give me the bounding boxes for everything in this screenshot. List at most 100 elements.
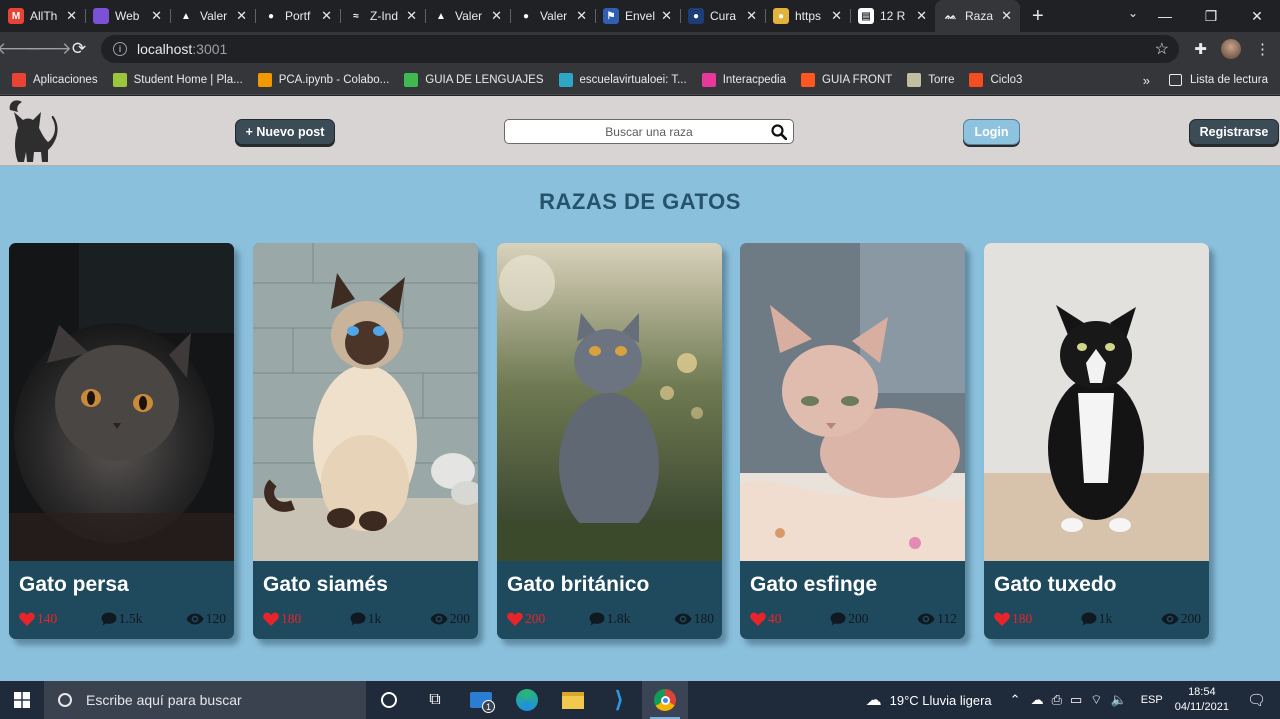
battery-icon[interactable]: ▭ [1070,692,1082,708]
reading-list-button[interactable]: Lista de lectura [1169,74,1268,86]
bookmark-item[interactable]: Interacpedia [701,73,786,87]
weather-text[interactable]: 19°C Lluvia ligera [890,693,992,708]
tab-close-icon[interactable]: ✕ [746,8,757,24]
web-page: + Nuevo post Buscar una raza Login Regis… [0,96,1280,681]
tab-close-icon[interactable]: ✕ [406,8,417,24]
cat-card-persa[interactable]: Gato persa 140 1.5k 120 [9,243,234,639]
bookmarks-overflow-button[interactable]: » [1143,73,1150,88]
tab-close-icon[interactable]: ✕ [916,8,927,24]
file-explorer-icon[interactable] [550,681,596,719]
edge-browser-icon[interactable] [504,681,550,719]
comments-count: 200 [848,611,869,626]
tray-chevron-icon[interactable]: ⌃ [1010,692,1021,708]
notifications-icon[interactable]: 🗨 [1247,691,1266,709]
clock[interactable]: 18:54 04/11/2021 [1175,685,1229,715]
windows-start-button[interactable] [0,681,44,719]
tab-close-icon[interactable]: ✕ [321,8,332,24]
mail-badge: 1 [482,700,495,713]
tab-close-icon[interactable]: ✕ [661,8,672,24]
address-bar[interactable]: i localhost:3001 ☆ [101,35,1179,63]
browser-tab[interactable]: ▲ Valer ✕ [170,0,255,32]
likes-stat[interactable]: 180 [994,611,1032,627]
cortana-icon[interactable] [366,681,412,719]
browser-tab[interactable]: ● https ✕ [765,0,850,32]
bookmark-item[interactable]: escuelavirtualoei: T... [558,73,687,87]
forward-button[interactable]: 🡒 [26,34,72,64]
language-indicator[interactable]: ESP [1141,694,1163,706]
browser-tab[interactable]: M AllTh ✕ [0,0,85,32]
bookmark-label: Ciclo3 [990,74,1023,86]
bookmark-item[interactable]: Student Home | Pla... [112,73,243,87]
comments-stat[interactable]: 1k [1081,611,1112,627]
tab-close-icon[interactable]: ✕ [151,8,162,24]
browser-tab[interactable]: ● Cura ✕ [680,0,765,32]
browser-tab[interactable]: ⚑ Envel ✕ [595,0,680,32]
browser-tab[interactable]: Web ✕ [85,0,170,32]
bookmark-item[interactable]: Aplicaciones [12,73,98,87]
profile-avatar[interactable] [1221,39,1241,59]
bookmark-star-icon[interactable]: ☆ [1155,39,1169,59]
comments-stat[interactable]: 1.5k [101,611,142,627]
comments-stat[interactable]: 200 [830,611,869,627]
bookmark-item[interactable]: PCA.ipynb - Colabo... [257,73,389,87]
bookmarks-bar: Aplicaciones Student Home | Pla... PCA.ipy… [0,66,1280,95]
likes-stat[interactable]: 140 [19,611,57,627]
tab-close-icon[interactable]: ✕ [66,8,77,24]
bookmark-item[interactable]: Torre [907,73,954,87]
browser-tab[interactable]: ● Portf ✕ [255,0,340,32]
tab-close-icon[interactable]: ✕ [831,8,842,24]
cat-card-esfinge[interactable]: Gato esfinge 40 200 112 [740,243,965,639]
cat-photo-persa [9,243,234,561]
browser-tab[interactable]: ▲ Valer ✕ [425,0,510,32]
tab-title: Valer [540,9,568,23]
heart-icon [750,612,766,626]
search-icon[interactable] [771,124,787,140]
comments-stat[interactable]: 1.8k [589,611,630,627]
browser-tab[interactable]: ▤ 12 R ✕ [850,0,935,32]
bookmark-item[interactable]: GUIA FRONT [801,73,892,87]
taskbar-search-input[interactable]: Escribe aquí para buscar [44,681,366,719]
register-button[interactable]: Registrarse [1189,119,1279,145]
browser-tab[interactable]: ᨐ Raza ✕ [935,0,1020,32]
bookmark-item[interactable]: Ciclo3 [969,73,1022,87]
search-input[interactable]: Buscar una raza [504,119,794,144]
comments-stat[interactable]: 1k [350,611,381,627]
tab-title: Envel [625,9,656,23]
tab-close-icon[interactable]: ✕ [236,8,247,24]
menu-kebab-icon[interactable]: ⋮ [1255,40,1270,58]
onedrive-icon[interactable]: ☁ [1031,692,1044,708]
likes-stat[interactable]: 40 [750,611,782,627]
new-tab-button[interactable]: + [1032,0,1044,32]
browser-tab[interactable]: ≈ Z-Ind ✕ [340,0,425,32]
tab-close-icon[interactable]: ✕ [576,8,587,24]
chrome-icon[interactable] [642,681,688,719]
maximize-button[interactable]: ❐ [1188,0,1234,32]
cat-card-tuxedo[interactable]: Gato tuxedo 180 1k 200 [984,243,1209,639]
tab-close-icon[interactable]: ✕ [491,8,502,24]
likes-stat[interactable]: 200 [507,611,545,627]
login-button[interactable]: Login [963,119,1020,145]
tab-title: Web [115,9,140,23]
usb-icon[interactable]: ⎙ [1052,692,1062,708]
site-info-icon[interactable]: i [113,42,127,56]
cat-card-britanico[interactable]: Gato británico 200 1.8k 180 [497,243,722,639]
cat-card-siames[interactable]: Gato siamés 180 1k 200 [253,243,478,639]
bookmark-item[interactable]: GUIA DE LENGUAJES [404,73,544,87]
weather-icon[interactable]: ☁ [866,690,882,710]
close-window-button[interactable]: ✕ [1234,0,1280,32]
tab-close-icon[interactable]: ✕ [1001,8,1012,24]
vscode-icon[interactable]: ⟩ [596,681,642,719]
likes-stat[interactable]: 180 [263,611,301,627]
reload-button[interactable]: ⟳ [64,34,94,64]
minimize-button[interactable]: — [1142,0,1188,32]
browser-tab[interactable]: ● Valer ✕ [510,0,595,32]
mail-app-icon[interactable]: 1 [458,681,504,719]
new-post-button[interactable]: + Nuevo post [235,119,335,145]
extensions-icon[interactable]: ✚ [1194,40,1207,58]
volume-icon[interactable]: 🔈 [1111,692,1127,708]
tab-favicon-icon: ⚑ [603,8,619,24]
task-view-icon[interactable]: ⧉ [412,681,458,719]
wifi-icon[interactable]: ⌔ [1090,692,1102,708]
tab-search-chevron-icon[interactable]: ⌄ [1128,6,1138,20]
cat-logo-icon[interactable] [8,98,60,164]
